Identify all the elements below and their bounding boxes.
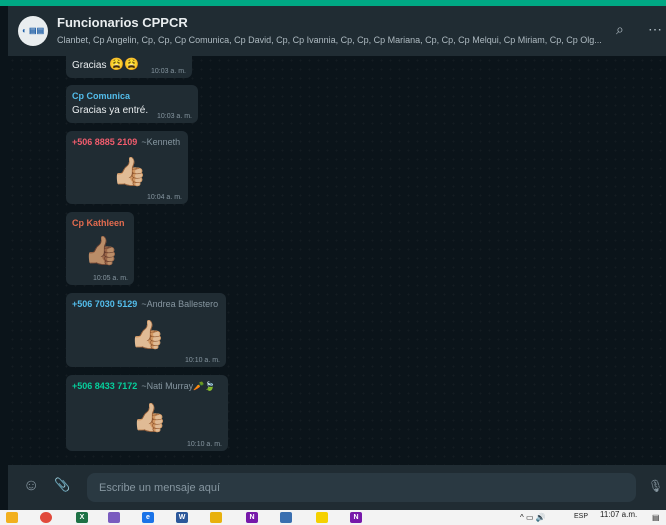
thumbs-up-sticker: 👍🏼 bbox=[112, 156, 147, 187]
paint-icon[interactable] bbox=[108, 512, 120, 523]
sender-phone: +506 8885 2109 bbox=[72, 137, 138, 147]
message-sender[interactable]: Cp Kathleen bbox=[72, 218, 125, 228]
message-time: 10:03 a. m. bbox=[150, 68, 186, 75]
message-bubble[interactable]: Gracias 😩😩 10:03 a. m. bbox=[66, 48, 192, 78]
message-sender[interactable]: +506 7030 5129 ~Andrea Ballestero bbox=[72, 299, 218, 309]
sender-alias: ~Andrea Ballestero bbox=[141, 299, 219, 309]
message-list[interactable]: Gracias 😩😩 10:03 a. m. Cp Comunica Graci… bbox=[8, 48, 666, 465]
message-time: 10:03 a. m. bbox=[156, 113, 192, 120]
group-members-list[interactable]: Clanbet, Cp Angelin, Cp, Cp, Cp Comunica… bbox=[57, 35, 607, 45]
onenote2-icon[interactable]: N bbox=[350, 512, 362, 523]
sender-phone: +506 7030 5129 bbox=[72, 299, 138, 309]
message-bubble[interactable]: +506 8433 7172 ~Nati Murray🥕🍃 👍🏼 10:10 a.… bbox=[66, 375, 228, 451]
group-title[interactable]: Funcionarios CPPCR bbox=[57, 15, 188, 30]
windows-taskbar: X e W N N ^ ▭ 🔊 ESP 11:07 a.m. ▤ bbox=[0, 510, 666, 525]
clock[interactable]: 11:07 a.m. bbox=[600, 510, 637, 519]
message-text-content: Gracias bbox=[72, 60, 107, 71]
search-icon[interactable]: ⌕ bbox=[616, 21, 624, 38]
microphone-icon[interactable]: 🎙 bbox=[648, 479, 663, 493]
chrome-icon[interactable] bbox=[40, 512, 52, 523]
message-bubble[interactable]: +506 8885 2109 ~Kenneth 👍🏼 10:04 a. m. bbox=[66, 131, 188, 204]
folder-icon[interactable] bbox=[6, 512, 18, 523]
notification-icon[interactable]: ▤ bbox=[652, 513, 660, 522]
word-icon[interactable]: W bbox=[176, 512, 188, 523]
sticky-notes-icon[interactable] bbox=[316, 512, 328, 523]
thumbs-up-sticker: 👍🏼 bbox=[130, 319, 165, 350]
message-time: 10:04 a. m. bbox=[146, 194, 182, 201]
message-bubble[interactable]: Cp Kathleen 👍🏽 10:05 a. m. bbox=[66, 212, 134, 285]
edge-icon[interactable]: e bbox=[142, 512, 154, 523]
app-icon[interactable] bbox=[280, 512, 292, 523]
message-time: 10:10 a. m. bbox=[186, 441, 222, 448]
excel-icon[interactable]: X bbox=[76, 512, 88, 523]
sender-alias: ~Nati Murray bbox=[141, 381, 194, 391]
message-bubble[interactable]: Cp Comunica Gracias ya entré. 10:03 a. m… bbox=[66, 85, 198, 123]
message-text: Gracias 😩😩 bbox=[72, 57, 139, 71]
alias-emoji: 🥕🍃 bbox=[193, 381, 216, 391]
onenote-icon[interactable]: N bbox=[246, 512, 258, 523]
avatar-logo: ◐ ▤▤ bbox=[22, 26, 45, 35]
message-sender[interactable]: +506 8433 7172 ~Nati Murray🥕🍃 bbox=[72, 381, 216, 392]
group-avatar[interactable]: ◐ ▤▤ bbox=[18, 16, 48, 46]
thumbs-up-sticker: 👍🏼 bbox=[132, 402, 167, 433]
sender-alias: ~Kenneth bbox=[141, 137, 181, 147]
message-sender[interactable]: +506 8885 2109 ~Kenneth bbox=[72, 137, 180, 147]
message-text: Gracias ya entré. bbox=[72, 105, 149, 116]
attach-icon[interactable]: 📎 bbox=[54, 477, 70, 493]
language-indicator[interactable]: ESP bbox=[574, 513, 588, 520]
emoji-icon[interactable]: ☺ bbox=[23, 477, 39, 495]
message-input[interactable] bbox=[87, 473, 636, 502]
message-time: 10:10 a. m. bbox=[184, 357, 220, 364]
message-time: 10:05 a. m. bbox=[92, 275, 128, 282]
message-sender[interactable]: Cp Comunica bbox=[72, 91, 130, 101]
message-bubble[interactable]: +506 7030 5129 ~Andrea Ballestero 👍🏼 10:1… bbox=[66, 293, 226, 367]
composer-bar: ☺ 📎 🎙 bbox=[8, 465, 666, 510]
thumbs-up-sticker: 👍🏽 bbox=[84, 235, 119, 266]
menu-icon[interactable]: ⋯ bbox=[648, 21, 662, 38]
explorer-icon[interactable] bbox=[210, 512, 222, 523]
emoji-faces: 😩😩 bbox=[109, 57, 140, 71]
sender-phone: +506 8433 7172 bbox=[72, 381, 138, 391]
system-tray-icons[interactable]: ^ ▭ 🔊 bbox=[520, 513, 546, 522]
